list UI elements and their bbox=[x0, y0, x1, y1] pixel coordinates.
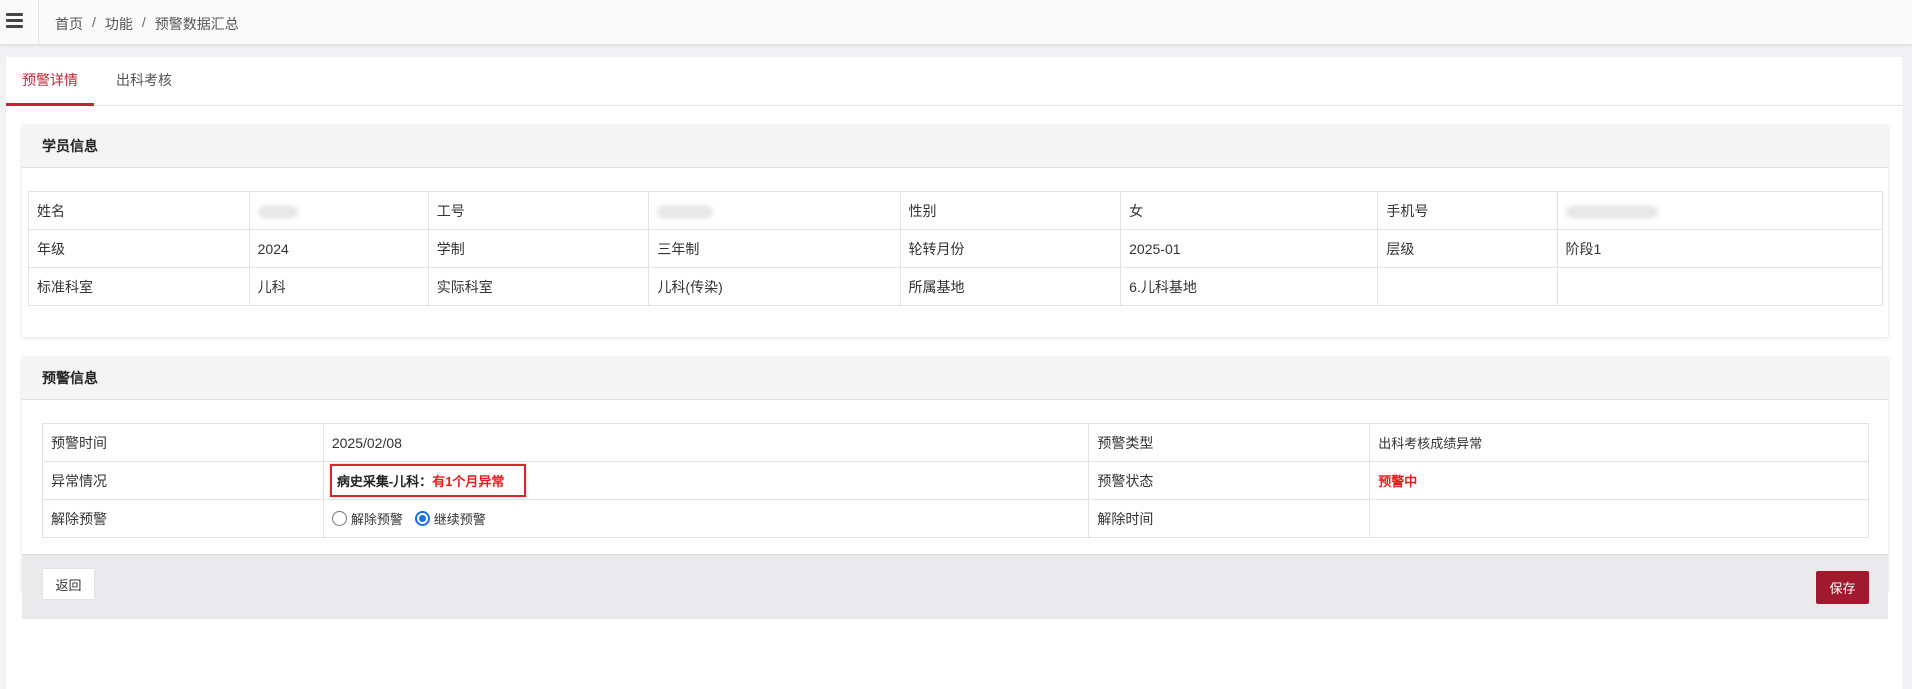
value-phone bbox=[1556, 191, 1883, 230]
table-row: 预警时间 2025/02/08 预警类型 出科考核成绩异常 bbox=[42, 423, 1869, 462]
label-actual-dept: 实际科室 bbox=[427, 267, 650, 306]
warning-info-table: 预警时间 2025/02/08 预警类型 出科考核成绩异常 异常情况 病史采集-… bbox=[42, 423, 1869, 538]
main-card: 预警详情 出科考核 学员信息 姓名 工号 性别 女 手机号 年级 2024 学制… bbox=[6, 57, 1902, 689]
value-employee-id bbox=[648, 191, 901, 230]
empty-cell bbox=[1377, 267, 1558, 306]
label-abnormal: 异常情况 bbox=[42, 461, 324, 500]
menu-icon[interactable] bbox=[6, 13, 26, 31]
radio-continue-warning[interactable]: 继续预警 bbox=[414, 509, 486, 528]
radio-label: 继续预警 bbox=[433, 511, 486, 527]
panel-title: 学员信息 bbox=[22, 125, 1888, 168]
value-level: 阶段1 bbox=[1556, 229, 1883, 268]
breadcrumb-separator: / bbox=[141, 14, 146, 30]
student-info-panel: 学员信息 姓名 工号 性别 女 手机号 年级 2024 学制 三年制 轮转月份 … bbox=[22, 125, 1888, 337]
label-release: 解除预警 bbox=[42, 499, 324, 538]
value-abnormal: 病史采集-儿科：有1个月异常 bbox=[322, 461, 1090, 500]
abnormal-item: 病史采集-儿科： bbox=[336, 474, 433, 489]
label-grade: 年级 bbox=[28, 229, 250, 268]
save-button[interactable]: 保存 bbox=[1816, 571, 1869, 604]
label-employee-id: 工号 bbox=[427, 191, 650, 230]
breadcrumb-home[interactable]: 首页 bbox=[55, 14, 83, 34]
student-info-table: 姓名 工号 性别 女 手机号 年级 2024 学制 三年制 轮转月份 2025-… bbox=[28, 191, 1883, 306]
label-warning-type: 预警类型 bbox=[1088, 423, 1371, 462]
label-name: 姓名 bbox=[28, 191, 250, 230]
table-row: 异常情况 病史采集-儿科：有1个月异常 预警状态 预警中 bbox=[42, 461, 1869, 500]
table-row: 解除预警 解除预警 继续预警 解除时间 bbox=[42, 499, 1869, 538]
value-warning-status: 预警中 bbox=[1369, 461, 1869, 500]
back-button[interactable]: 返回 bbox=[42, 568, 95, 600]
value-release: 解除预警 继续预警 bbox=[322, 499, 1090, 538]
table-row: 标准科室 儿科 实际科室 儿科(传染) 所属基地 6.儿科基地 bbox=[28, 267, 1883, 306]
value-release-time bbox=[1369, 499, 1869, 538]
redacted-value bbox=[257, 204, 298, 219]
divider bbox=[38, 0, 39, 45]
value-grade: 2024 bbox=[248, 229, 429, 268]
value-warning-time: 2025/02/08 bbox=[322, 423, 1090, 462]
table-row: 姓名 工号 性别 女 手机号 bbox=[28, 191, 1883, 230]
top-bar: 首页 / 功能 / 预警数据汇总 bbox=[0, 0, 1912, 45]
empty-cell bbox=[1556, 267, 1883, 306]
value-actual-dept: 儿科(传染) bbox=[648, 267, 901, 306]
label-release-time: 解除时间 bbox=[1088, 499, 1371, 538]
tab-bar: 预警详情 出科考核 bbox=[6, 57, 1902, 106]
label-standard-dept: 标准科室 bbox=[28, 267, 250, 306]
value-rotation-month: 2025-01 bbox=[1120, 229, 1379, 268]
label-rotation-month: 轮转月份 bbox=[899, 229, 1122, 268]
abnormal-highlight-box: 病史采集-儿科：有1个月异常 bbox=[329, 464, 527, 497]
radio-label: 解除预警 bbox=[350, 511, 403, 527]
redacted-value bbox=[657, 204, 714, 219]
value-name bbox=[248, 191, 429, 230]
label-gender: 性别 bbox=[899, 191, 1122, 230]
breadcrumb: 首页 / 功能 / 预警数据汇总 bbox=[55, 14, 239, 34]
radio-unchecked-icon[interactable] bbox=[331, 510, 347, 526]
radio-checked-icon[interactable] bbox=[414, 510, 430, 526]
action-bar: 返回 保存 bbox=[22, 554, 1888, 619]
panel-title: 预警信息 bbox=[22, 357, 1888, 400]
label-level: 层级 bbox=[1377, 229, 1558, 268]
redacted-value bbox=[1565, 204, 1658, 219]
abnormal-detail: 有1个月异常 bbox=[432, 474, 505, 489]
value-gender: 女 bbox=[1120, 191, 1379, 230]
tab-exit-assessment[interactable]: 出科考核 bbox=[102, 57, 186, 106]
radio-release-warning[interactable]: 解除预警 bbox=[331, 509, 403, 528]
value-standard-dept: 儿科 bbox=[248, 267, 429, 306]
value-program-length: 三年制 bbox=[648, 229, 901, 268]
breadcrumb-function[interactable]: 功能 bbox=[105, 14, 133, 34]
table-row: 年级 2024 学制 三年制 轮转月份 2025-01 层级 阶段1 bbox=[28, 229, 1883, 268]
breadcrumb-separator: / bbox=[92, 14, 96, 30]
value-warning-type: 出科考核成绩异常 bbox=[1369, 423, 1869, 462]
label-program-length: 学制 bbox=[427, 229, 650, 268]
label-warning-time: 预警时间 bbox=[42, 423, 324, 462]
warning-info-panel: 预警信息 预警时间 2025/02/08 预警类型 出科考核成绩异常 异常情况 … bbox=[22, 357, 1888, 619]
label-warning-status: 预警状态 bbox=[1088, 461, 1371, 500]
status-badge: 预警中 bbox=[1378, 474, 1418, 489]
breadcrumb-current: 预警数据汇总 bbox=[154, 16, 239, 32]
label-base: 所属基地 bbox=[899, 267, 1122, 306]
value-base: 6.儿科基地 bbox=[1120, 267, 1379, 306]
label-phone: 手机号 bbox=[1377, 191, 1558, 230]
tab-warning-detail[interactable]: 预警详情 bbox=[6, 57, 94, 106]
